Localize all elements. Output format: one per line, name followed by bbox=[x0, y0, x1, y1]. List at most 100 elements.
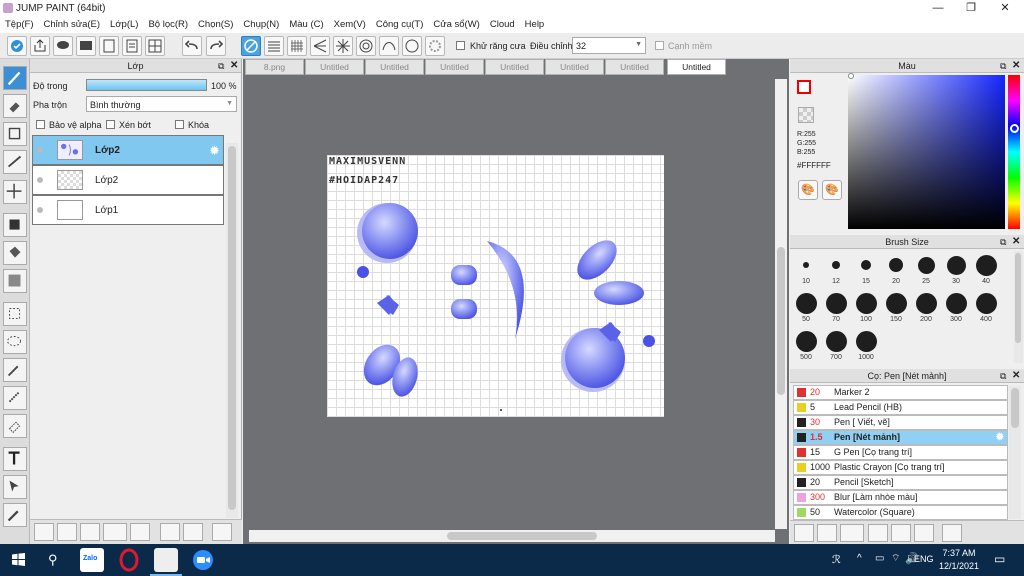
duplicate-icon[interactable] bbox=[160, 523, 180, 541]
brush-size-dot[interactable] bbox=[855, 330, 877, 352]
tab-document[interactable]: Untitled bbox=[425, 59, 484, 75]
opacity-slider[interactable] bbox=[86, 79, 207, 91]
brush-list-scrollbar[interactable] bbox=[1009, 386, 1021, 519]
brush-add-menu-icon[interactable] bbox=[840, 524, 864, 542]
clock-date[interactable]: 12/1/2021 bbox=[939, 561, 979, 571]
brush-size-dot[interactable] bbox=[825, 292, 847, 314]
gradient-tool-icon[interactable] bbox=[3, 269, 27, 293]
hue-slider-handle[interactable] bbox=[1010, 124, 1019, 133]
duplicate-icon[interactable] bbox=[914, 524, 934, 542]
tab-document-active[interactable]: Untitled bbox=[667, 59, 726, 75]
panel-close-icon[interactable]: ✕ bbox=[230, 60, 238, 71]
brush-size-dot[interactable] bbox=[795, 330, 817, 352]
primary-color-swatch[interactable] bbox=[797, 80, 811, 94]
grid-ruler-icon[interactable] bbox=[287, 36, 307, 56]
brush-size-dot[interactable] bbox=[803, 262, 809, 268]
brush-list-item[interactable]: 30 Pen [ Viết, vẽ] bbox=[793, 415, 1008, 430]
search-icon[interactable]: ⚲ bbox=[48, 552, 58, 568]
brush-list-item[interactable]: 15 G Pen [Cọ trang trí] bbox=[793, 445, 1008, 460]
wifi-icon[interactable]: ⌔ bbox=[891, 552, 900, 565]
panel-close-icon[interactable]: ✕ bbox=[1012, 60, 1020, 71]
language-indicator[interactable]: ENG bbox=[914, 554, 934, 564]
brush-size-dot[interactable] bbox=[832, 261, 840, 269]
pen-tool-icon[interactable] bbox=[3, 66, 27, 90]
cloud-brush-icon[interactable] bbox=[794, 524, 814, 542]
layer-add-menu-icon[interactable] bbox=[103, 523, 127, 541]
comment-icon[interactable] bbox=[53, 36, 73, 56]
balloon-icon[interactable] bbox=[76, 36, 96, 56]
antialias-checkbox[interactable] bbox=[456, 41, 465, 50]
brush-list-item[interactable]: 1.5 Pen [Nét mảnh] ✹ bbox=[793, 430, 1008, 445]
brush-list-item[interactable]: 20 Marker 2 bbox=[793, 385, 1008, 400]
perspective-ruler-icon[interactable] bbox=[310, 36, 330, 56]
palette-edit-icon[interactable]: 🎨 bbox=[822, 180, 842, 200]
trash-icon[interactable] bbox=[942, 524, 962, 542]
layer-folder-new-icon[interactable] bbox=[80, 523, 100, 541]
palette-icon[interactable]: 🎨 bbox=[798, 180, 818, 200]
panel-layout-icon[interactable] bbox=[145, 36, 165, 56]
text-tool-icon[interactable] bbox=[3, 447, 27, 471]
brush-size-dot[interactable] bbox=[861, 260, 871, 270]
battery-icon[interactable]: ▭ bbox=[875, 553, 884, 564]
chevron-up-icon[interactable]: ^ bbox=[857, 553, 862, 564]
layer-settings-gear-icon[interactable]: ✹ bbox=[209, 143, 220, 159]
parallel-ruler-icon[interactable] bbox=[264, 36, 284, 56]
visibility-icon[interactable] bbox=[37, 177, 43, 183]
adjust-select[interactable]: 32 ▼ bbox=[572, 37, 646, 54]
folder-icon[interactable] bbox=[130, 523, 150, 541]
magic-wand-tool-icon[interactable] bbox=[3, 358, 27, 382]
tab-document[interactable]: Untitled bbox=[365, 59, 424, 75]
layer-row[interactable]: Lớp2 bbox=[32, 165, 224, 195]
rectangle-tool-icon[interactable] bbox=[3, 122, 27, 146]
lock-checkbox[interactable] bbox=[175, 120, 184, 129]
page-list-icon[interactable] bbox=[122, 36, 142, 56]
page-icon[interactable] bbox=[99, 36, 119, 56]
panel-close-icon[interactable]: ✕ bbox=[1012, 236, 1020, 247]
brush-size-dot[interactable] bbox=[917, 256, 935, 274]
panel-float-icon[interactable]: ⧉ bbox=[1000, 61, 1006, 72]
brush-size-dot[interactable] bbox=[855, 292, 877, 314]
menu-capture[interactable]: Chụp(N) bbox=[238, 17, 284, 32]
maximize-button[interactable]: ❐ bbox=[955, 0, 987, 17]
new-layer-icon[interactable] bbox=[34, 523, 54, 541]
menu-tools[interactable]: Công cụ(T) bbox=[371, 17, 429, 32]
bucket-tool-icon[interactable] bbox=[3, 241, 27, 265]
menu-color[interactable]: Màu (C) bbox=[284, 17, 328, 32]
select-eraser-tool-icon[interactable] bbox=[3, 414, 27, 438]
lasso-tool-icon[interactable] bbox=[3, 330, 27, 354]
notification-icon[interactable]: ▭ bbox=[994, 552, 1005, 566]
blend-mode-select[interactable]: Bình thường ▼ bbox=[86, 96, 237, 112]
brush-size-dot[interactable] bbox=[945, 292, 967, 314]
settings-gear-icon[interactable] bbox=[425, 36, 445, 56]
panel-float-icon[interactable]: ⧉ bbox=[1000, 371, 1006, 382]
menu-filter[interactable]: Bộ lọc(R) bbox=[143, 17, 193, 32]
fill-rect-tool-icon[interactable] bbox=[3, 213, 27, 237]
color-picker-field[interactable] bbox=[848, 75, 1005, 229]
layer-scrollbar[interactable] bbox=[226, 143, 238, 518]
menu-window[interactable]: Cửa sổ(W) bbox=[428, 17, 484, 32]
brush-size-dot[interactable] bbox=[795, 292, 817, 314]
brush-copy-icon[interactable] bbox=[868, 524, 888, 542]
tab-document[interactable]: Untitled bbox=[485, 59, 544, 75]
menu-edit[interactable]: Chỉnh sửa(E) bbox=[39, 17, 106, 32]
brush-size-dot[interactable] bbox=[825, 330, 847, 352]
brush-list-item[interactable]: 300 Blur [Làm nhòe màu] bbox=[793, 490, 1008, 505]
concentric-ruler-icon[interactable] bbox=[356, 36, 376, 56]
zoom-app-icon[interactable] bbox=[191, 548, 215, 572]
no-ruler-icon[interactable] bbox=[241, 36, 261, 56]
canvas-horizontal-scrollbar[interactable] bbox=[249, 530, 775, 542]
brush-size-scrollbar[interactable] bbox=[1014, 251, 1023, 363]
undo-icon[interactable] bbox=[182, 36, 202, 56]
brush-size-dot[interactable] bbox=[885, 292, 907, 314]
hue-slider[interactable] bbox=[1008, 75, 1020, 229]
curve-ruler-icon[interactable] bbox=[379, 36, 399, 56]
clock-time[interactable]: 7:37 AM bbox=[941, 548, 977, 558]
tab-document[interactable]: 8.png bbox=[245, 59, 304, 75]
folder-icon[interactable] bbox=[891, 524, 911, 542]
drawing-canvas[interactable]: MAXIMUSVENN #HOIDAP247 bbox=[327, 155, 664, 417]
menu-file[interactable]: Tệp(F) bbox=[0, 17, 39, 32]
export-icon[interactable] bbox=[30, 36, 50, 56]
line-tool-icon[interactable] bbox=[3, 150, 27, 174]
panel-close-icon[interactable]: ✕ bbox=[1012, 370, 1020, 381]
layer-row[interactable]: Lớp2 ✹ bbox=[32, 135, 224, 165]
